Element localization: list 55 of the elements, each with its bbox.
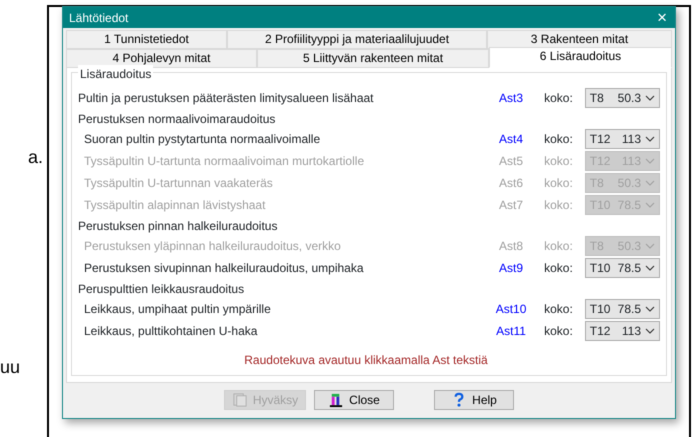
ast-link[interactable]: Ast4 bbox=[478, 130, 544, 148]
tab[interactable]: 6 Lisäraudoitus bbox=[489, 47, 672, 68]
row-label: Pultin ja perustuksen pääterästen limitysalueen lisähaat bbox=[78, 90, 375, 107]
chevron-icon bbox=[645, 158, 655, 164]
row-label: Leikkaus, umpihaat pultin ympärille bbox=[84, 301, 272, 318]
size-label: koko: bbox=[544, 260, 574, 277]
close-button[interactable]: Close bbox=[314, 390, 394, 410]
window-title: Lähtötiedot bbox=[69, 10, 128, 26]
tab[interactable]: 1 Tunnistetiedot bbox=[66, 30, 227, 49]
size-dropdown[interactable]: T12 113 bbox=[584, 129, 660, 149]
tab[interactable]: 5 Liittyvän rakenteen mitat bbox=[257, 49, 489, 68]
ast-link[interactable]: Ast11 bbox=[478, 322, 544, 340]
size-dropdown[interactable]: T10 78.5 bbox=[584, 299, 660, 319]
chevron-icon bbox=[645, 265, 655, 271]
row-label: Tyssäpultin alapinnan lävistyshaat bbox=[84, 197, 266, 214]
size-dropdown[interactable]: T10 78.5 bbox=[584, 258, 660, 278]
row-label: Suoran pultin pystytartunta normaalivoimalle bbox=[84, 131, 322, 148]
door-icon bbox=[328, 392, 344, 408]
row-label: Perustuksen yläpinnan halkeiluraudoitus, verkko bbox=[84, 238, 342, 255]
chevron-icon bbox=[645, 306, 655, 312]
chevron-icon bbox=[645, 136, 655, 142]
size-label: koko: bbox=[544, 301, 574, 318]
chevron-icon bbox=[645, 202, 655, 208]
size-dropdown[interactable]: T12 113 bbox=[584, 321, 660, 341]
hint-text: Raudotekuva avautuu klikkaamalla Ast tekstiä bbox=[243, 352, 489, 369]
size-label: koko: bbox=[544, 238, 574, 255]
tab[interactable]: 3 Rakenteen mitat bbox=[487, 30, 672, 49]
text-fragment: uu bbox=[0, 358, 20, 376]
ast-link[interactable]: Ast9 bbox=[478, 259, 544, 277]
chevron-icon bbox=[645, 180, 655, 186]
section-heading: Perustuksen pinnan halkeiluraudoitus bbox=[78, 218, 278, 234]
tab[interactable]: 2 Profiilityyppi ja materiaalilujuudet bbox=[227, 30, 487, 49]
size-label: koko: bbox=[544, 153, 574, 170]
ast-link[interactable]: Ast3 bbox=[478, 89, 544, 107]
chevron-icon bbox=[645, 95, 655, 101]
ast-link[interactable]: Ast10 bbox=[478, 300, 544, 318]
size-label: koko: bbox=[544, 131, 574, 148]
size-label: koko: bbox=[544, 90, 574, 107]
size-label: koko: bbox=[544, 323, 574, 340]
section-heading: Perustuksen normaalivoimaraudoitus bbox=[78, 110, 276, 128]
chevron-icon bbox=[645, 328, 655, 334]
section-heading: Peruspulttien leikkausraudoitus bbox=[78, 280, 244, 298]
row-label: Tyssäpultin U-tartunnan vaakateräs bbox=[84, 175, 274, 192]
row-label: Perustuksen sivupinnan halkeiluraudoitus, umpihaka bbox=[84, 260, 365, 277]
row-label: Tyssäpultin U-tartunta normaalivoiman murtokartiolle bbox=[84, 153, 366, 170]
close-button[interactable]: × bbox=[655, 9, 669, 26]
help-button[interactable]: Help bbox=[434, 390, 514, 410]
chevron-icon bbox=[645, 243, 655, 249]
document-icon bbox=[232, 392, 248, 408]
size-dropdown[interactable]: T8 50.3 bbox=[584, 88, 660, 108]
size-label: koko: bbox=[544, 197, 574, 214]
tab[interactable]: 4 Pohjalevyn mitat bbox=[66, 49, 257, 68]
text-fragment: a. bbox=[28, 148, 44, 166]
size-label: koko: bbox=[544, 175, 574, 192]
row-label: Leikkaus, pulttikohtainen U-haka bbox=[84, 323, 258, 340]
